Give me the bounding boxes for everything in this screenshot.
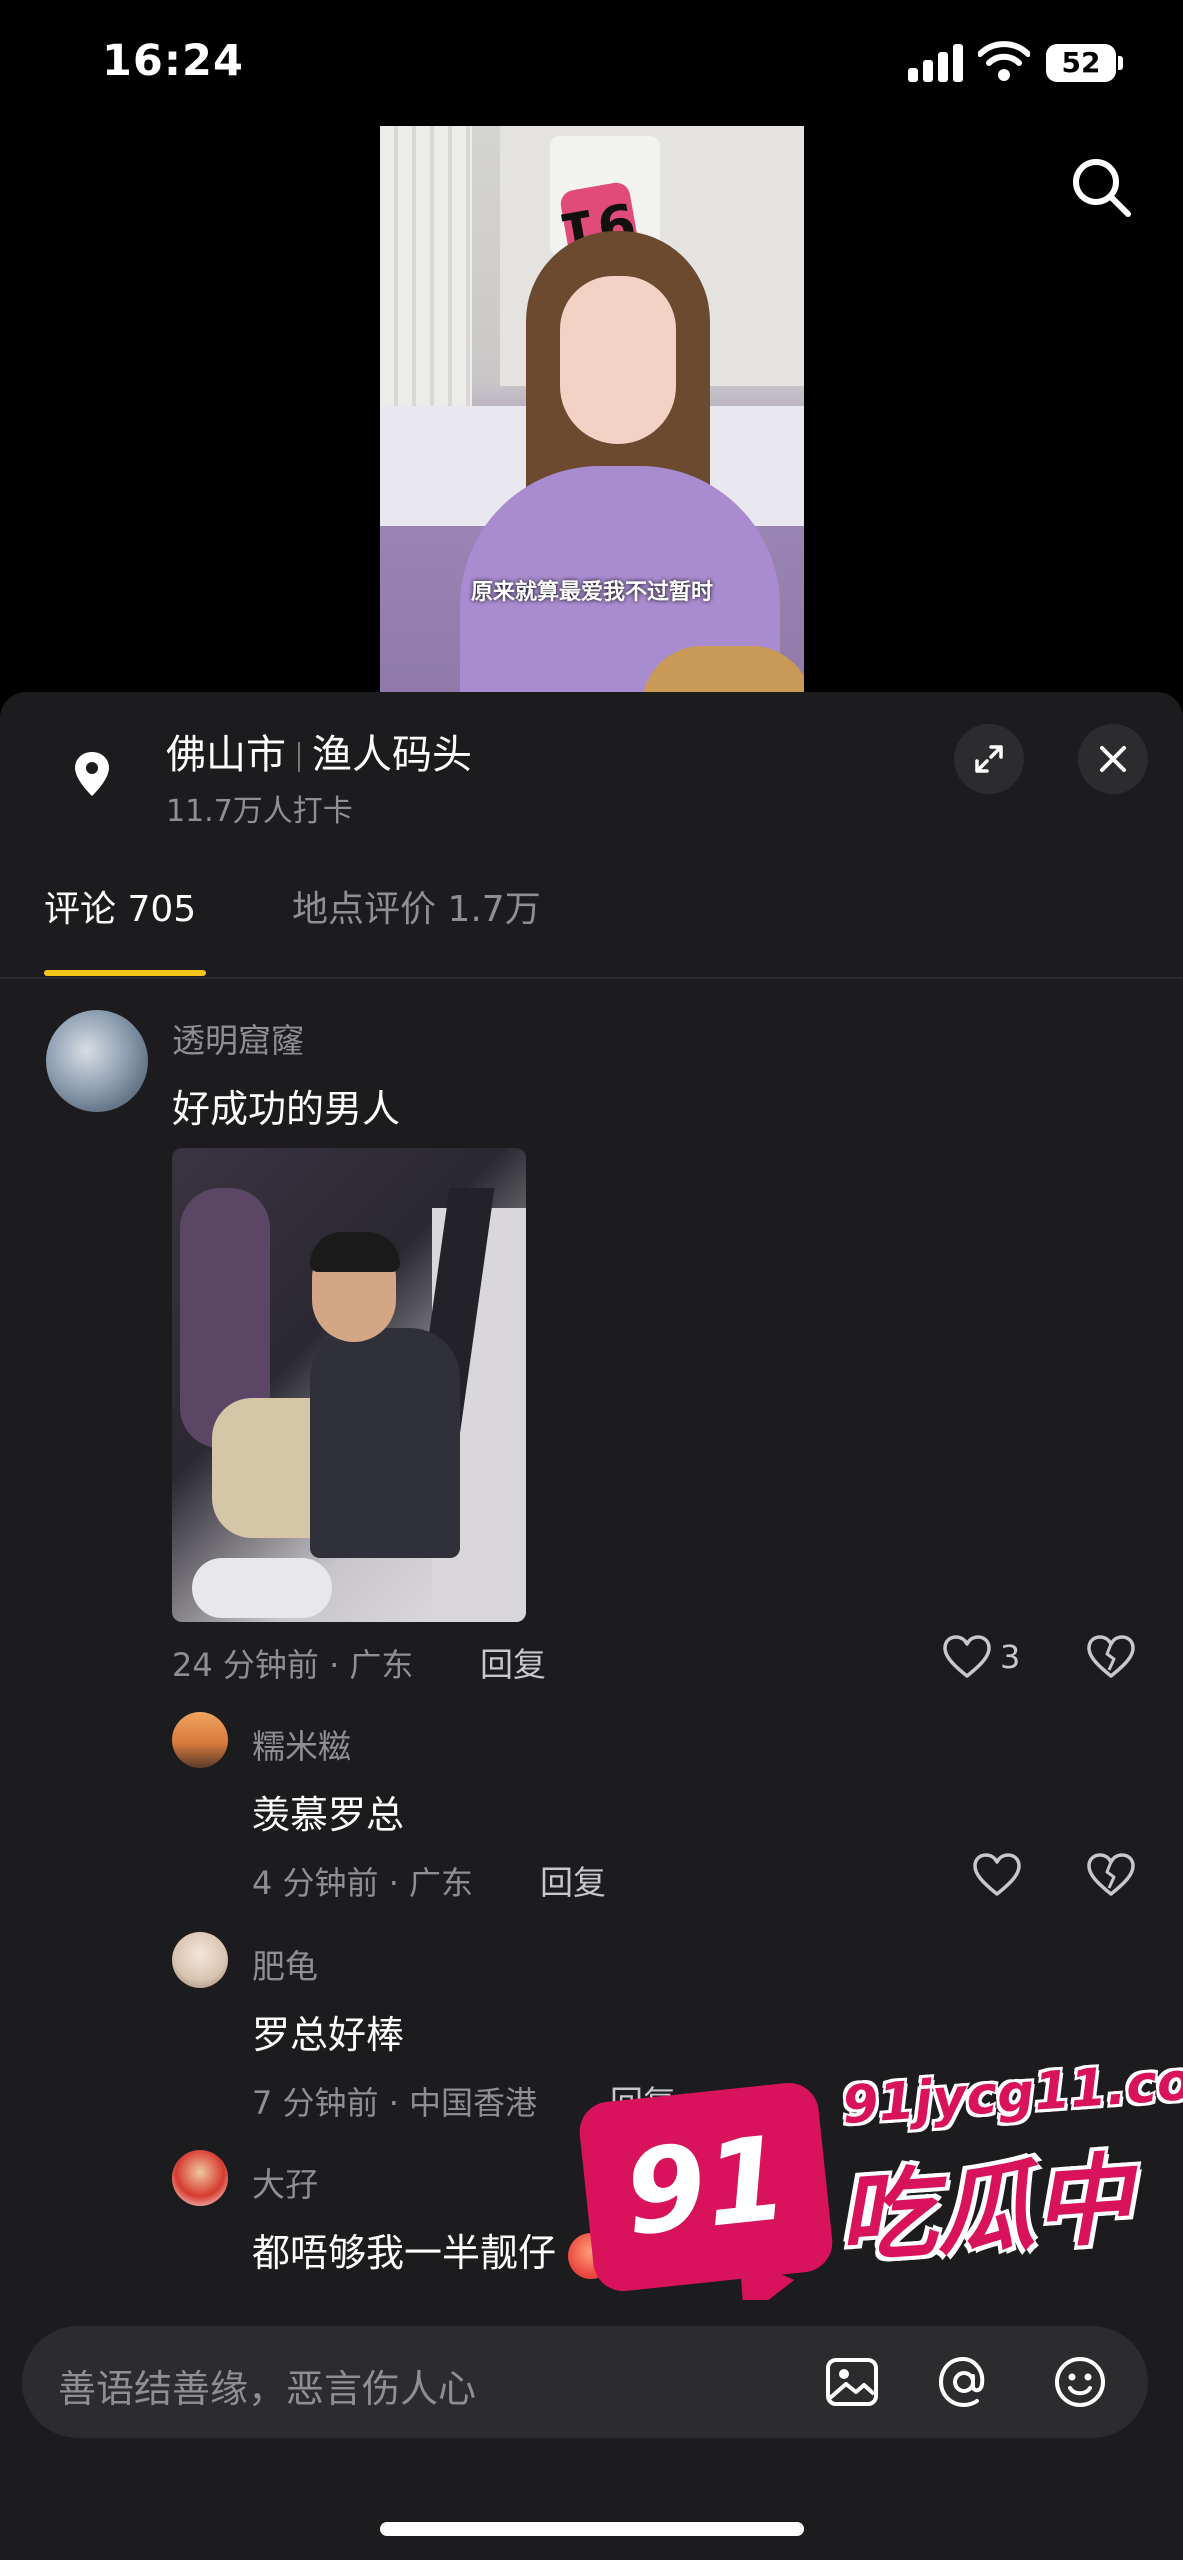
- comment-meta: 4 分钟前 · 广东: [252, 1864, 474, 1902]
- reply-button[interactable]: 回复: [480, 1638, 546, 1686]
- tab-comments[interactable]: 评论 705: [44, 880, 196, 932]
- close-button[interactable]: [1078, 724, 1148, 794]
- status-time: 16:24: [102, 36, 244, 86]
- avatar[interactable]: [172, 1932, 228, 1988]
- avatar[interactable]: [46, 1010, 148, 1112]
- comment-username[interactable]: 糯米糍: [252, 1720, 351, 1768]
- checkin-count: 11.7万人打卡: [166, 794, 353, 829]
- avatar[interactable]: [172, 1712, 228, 1768]
- separator: [298, 742, 300, 772]
- wifi-icon: [978, 41, 1030, 81]
- location-pin-icon: [75, 752, 109, 796]
- comment-text-body: 都唔够我一半靓仔: [252, 2231, 557, 2275]
- expand-icon: [975, 745, 1003, 773]
- active-tab-indicator: [44, 970, 206, 976]
- broken-heart-icon[interactable]: [1086, 1634, 1136, 1680]
- comment-text: 罗总好棒: [252, 2013, 405, 2057]
- reply-button[interactable]: 回复: [540, 1856, 606, 1904]
- comment-meta: 24 分钟前 · 广东: [172, 1646, 414, 1684]
- search-icon[interactable]: [1066, 152, 1136, 222]
- emoji-icon[interactable]: [1050, 2352, 1110, 2412]
- location-place: 渔人码头: [312, 732, 472, 778]
- video-player[interactable]: 91: [380, 126, 804, 692]
- avatar[interactable]: [172, 2150, 228, 2206]
- comment-text: 都唔够我一半靓仔: [252, 2222, 615, 2279]
- comment-text: 羡慕罗总: [252, 1793, 405, 1837]
- broken-heart-icon[interactable]: [1086, 1852, 1136, 1898]
- watermark-badge: 91: [576, 2079, 836, 2295]
- image-icon[interactable]: [822, 2352, 882, 2412]
- at-icon[interactable]: [934, 2352, 994, 2412]
- comment-text: 好成功的男人: [172, 1087, 401, 1131]
- battery-indicator: 52: [1046, 44, 1123, 82]
- comment-input-placeholder: 善语结善缘，恶言伤人心: [58, 2367, 477, 2411]
- signal-icon: [908, 42, 964, 82]
- comment-username[interactable]: 肥龟: [252, 1940, 318, 1988]
- heart-icon[interactable]: [972, 1852, 1022, 1898]
- like-count: 3: [1000, 1638, 1021, 1676]
- comment-username[interactable]: 大孖: [252, 2158, 318, 2206]
- location-title[interactable]: 佛山市 渔人码头: [166, 722, 472, 780]
- heart-icon[interactable]: [942, 1634, 992, 1680]
- close-icon: [1100, 746, 1126, 772]
- home-indicator[interactable]: [380, 2522, 804, 2536]
- comment-meta: 7 分钟前 · 中国香港: [252, 2084, 538, 2122]
- comment-image[interactable]: [172, 1148, 526, 1622]
- divider: [0, 977, 1183, 979]
- video-subtitle: 原来就算最爱我不过暂时: [470, 580, 713, 605]
- expand-button[interactable]: [954, 724, 1024, 794]
- location-city: 佛山市: [166, 732, 286, 778]
- tab-reviews[interactable]: 地点评价 1.7万: [292, 880, 541, 932]
- comment-username[interactable]: 透明窟窿: [172, 1014, 304, 1062]
